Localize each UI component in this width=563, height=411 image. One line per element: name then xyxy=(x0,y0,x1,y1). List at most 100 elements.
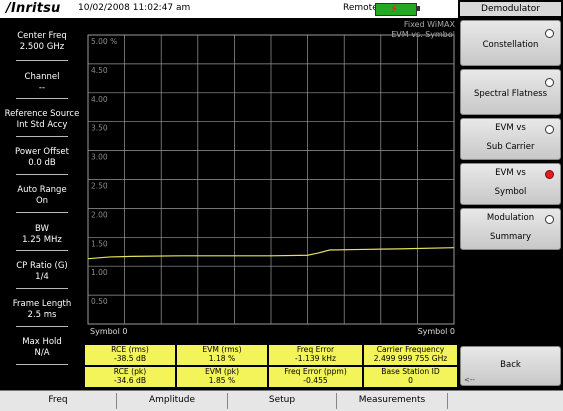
max-hold-label: Max Hold xyxy=(22,337,62,347)
center-freq-value: 2.500 GHz xyxy=(19,42,65,52)
setup-menu-button[interactable]: Setup xyxy=(228,395,336,405)
divider xyxy=(16,364,68,365)
frame-length: Frame Length 2.5 ms xyxy=(0,299,84,321)
battery-tip xyxy=(417,6,420,11)
y-tick-label: 2.00 xyxy=(91,210,108,219)
constellation-button[interactable]: Constellation xyxy=(460,20,561,66)
channel: Channel -- xyxy=(0,72,84,94)
cp-ratio-value: 1/4 xyxy=(35,272,49,282)
y-tick-label: 1.50 xyxy=(91,239,108,248)
y-tick-label: 1.00 xyxy=(91,268,108,277)
radio-icon xyxy=(545,29,554,38)
spectral-flatness-button[interactable]: Spectral Flatness xyxy=(460,69,561,115)
freq-error-cell: Freq Error -1.139 kHz xyxy=(268,344,363,366)
center-freq-label: Center Freq xyxy=(17,31,67,41)
power-offset: Power Offset 0.0 dB xyxy=(0,147,84,169)
reference-source: Reference Source Int Std Accy xyxy=(0,109,84,131)
bandwidth-label: BW xyxy=(35,224,49,234)
divider xyxy=(16,212,68,213)
measurement-table: RCE (rms) -38.5 dB EVM (rms) 1.18 % Freq… xyxy=(84,344,458,390)
analyzer-screen: /Inritsu 10/02/2008 11:02:47 am Remote ⚡… xyxy=(0,0,563,411)
rce-rms-label: RCE (rms) xyxy=(111,345,149,354)
cp-ratio: CP Ratio (G) 1/4 xyxy=(0,261,84,283)
rce-pk-value: -34.6 dB xyxy=(113,376,147,385)
reference-source-value: Int Std Accy xyxy=(16,120,68,130)
divider xyxy=(16,136,68,137)
freq-error-ppm-value: -0.455 xyxy=(303,376,328,385)
divider xyxy=(16,288,68,289)
radio-selected-icon xyxy=(545,170,554,179)
evm-vs-subcarrier-line2: Sub Carrier xyxy=(486,142,535,152)
max-hold-value: N/A xyxy=(34,348,50,358)
divider xyxy=(447,393,448,409)
divider xyxy=(16,326,68,327)
back-arrow-icon: <-- xyxy=(464,376,475,384)
evm-pk-value: 1.85 % xyxy=(208,376,236,385)
modulation-summary-line2: Summary xyxy=(489,232,532,242)
freq-error-label: Freq Error xyxy=(296,345,335,354)
back-label: Back xyxy=(500,360,521,370)
auto-range-label: Auto Range xyxy=(17,185,67,195)
power-offset-value: 0.0 dB xyxy=(28,158,56,168)
y-tick-label: 5.00 % xyxy=(91,37,117,46)
rce-rms-cell: RCE (rms) -38.5 dB xyxy=(84,344,176,366)
battery-charging-icon: ⚡ xyxy=(375,3,417,16)
reference-source-label: Reference Source xyxy=(4,109,80,119)
amplitude-menu-button[interactable]: Amplitude xyxy=(117,395,227,405)
status-bar: /Inritsu 10/02/2008 11:02:47 am Remote ⚡ xyxy=(0,0,458,18)
bolt-icon: ⚡ xyxy=(390,2,399,16)
back-button[interactable]: Back <-- xyxy=(460,346,561,386)
base-station-id-label: Base Station ID xyxy=(381,367,440,376)
y-tick-label: 3.50 xyxy=(91,124,108,133)
remote-indicator: Remote xyxy=(343,3,378,13)
brand-logo: /Inritsu xyxy=(6,1,61,16)
rce-pk-label: RCE (pk) xyxy=(113,367,147,376)
evm-rms-value: 1.18 % xyxy=(208,354,236,363)
radio-icon xyxy=(545,215,554,224)
evm-rms-cell: EVM (rms) 1.18 % xyxy=(176,344,268,366)
modulation-summary-button[interactable]: Modulation Summary xyxy=(460,208,561,250)
freq-error-ppm-label: Freq Error (ppm) xyxy=(284,367,347,376)
divider xyxy=(16,250,68,251)
freq-menu-button[interactable]: Freq xyxy=(0,395,116,405)
frame-length-value: 2.5 ms xyxy=(27,310,57,320)
evm-vs-symbol-line2: Symbol xyxy=(494,187,527,197)
channel-label: Channel xyxy=(24,72,60,82)
divider xyxy=(16,98,68,99)
base-station-id-value: 0 xyxy=(408,376,413,385)
divider xyxy=(16,60,68,61)
carrier-frequency-cell: Carrier Frequency 2.499 999 755 GHz xyxy=(363,344,458,366)
evm-vs-symbol-button[interactable]: EVM vs Symbol xyxy=(460,163,561,205)
y-tick-label: 0.50 xyxy=(91,297,108,306)
freq-error-ppm-cell: Freq Error (ppm) -0.455 xyxy=(268,366,363,388)
softkey-panel: Demodulator Constellation Spectral Flatn… xyxy=(458,0,563,390)
base-station-id-cell: Base Station ID 0 xyxy=(363,366,458,388)
measurements-menu-button[interactable]: Measurements xyxy=(337,395,447,405)
freq-error-value: -1.139 kHz xyxy=(295,354,336,363)
rce-rms-value: -38.5 dB xyxy=(113,354,147,363)
x-axis-end-label: Symbol 0 xyxy=(417,327,455,336)
max-hold: Max Hold N/A xyxy=(0,337,84,359)
auto-range: Auto Range On xyxy=(0,185,84,207)
datetime: 10/02/2008 11:02:47 am xyxy=(78,3,191,13)
radio-icon xyxy=(545,125,554,134)
evm-pk-cell: EVM (pk) 1.85 % xyxy=(176,366,268,388)
rce-pk-cell: RCE (pk) -34.6 dB xyxy=(84,366,176,388)
evm-vs-subcarrier-button[interactable]: EVM vs Sub Carrier xyxy=(460,118,561,160)
settings-panel: Center Freq 2.500 GHz Channel -- Referen… xyxy=(0,18,84,390)
power-offset-label: Power Offset xyxy=(15,147,69,157)
plot-canvas: 5.00 % 4.50 4.00 3.50 3.00 2.50 2.00 1.50 1.00 0.… xyxy=(87,34,455,325)
y-tick-label: 4.00 xyxy=(91,95,108,104)
evm-rms-label: EVM (rms) xyxy=(202,345,242,354)
main-menu-bar: Freq Amplitude Setup Measurements xyxy=(0,390,563,411)
cp-ratio-label: CP Ratio (G) xyxy=(16,261,68,271)
y-tick-label: 4.50 xyxy=(91,66,108,75)
channel-value: -- xyxy=(38,83,46,93)
evm-pk-label: EVM (pk) xyxy=(204,367,240,376)
center-freq: Center Freq 2.500 GHz xyxy=(0,31,84,53)
divider xyxy=(16,174,68,175)
bandwidth-value: 1.25 MHz xyxy=(22,235,62,245)
frame-length-label: Frame Length xyxy=(12,299,72,309)
radio-icon xyxy=(545,78,554,87)
carrier-frequency-value: 2.499 999 755 GHz xyxy=(373,354,448,363)
